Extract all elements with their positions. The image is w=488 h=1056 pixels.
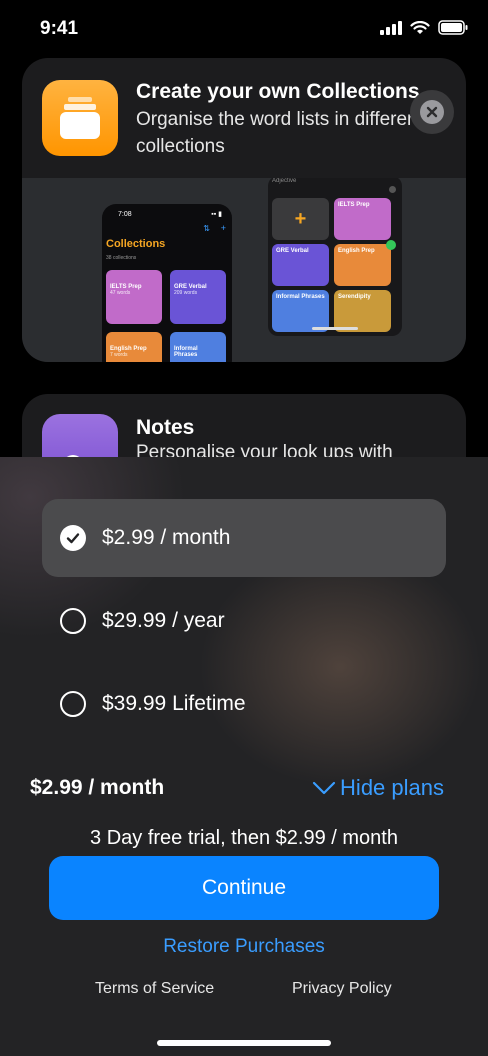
picker-close-icon (389, 186, 396, 193)
radio-unchecked (60, 608, 86, 634)
sort-icon: ⇅ (203, 224, 210, 233)
status-time: 9:41 (40, 18, 79, 39)
phone-screen-subtitle: 38 collections (106, 255, 137, 261)
terms-of-service-link[interactable]: Terms of Service (95, 980, 214, 998)
hide-plans-label: Hide plans (340, 775, 444, 800)
plan-option-yearly[interactable]: $29.99 / year (42, 582, 446, 660)
chevron-down-icon (312, 781, 336, 795)
picker-add-tile: + (272, 198, 329, 240)
plan-option-lifetime[interactable]: $39.99 Lifetime (42, 665, 446, 743)
collections-app-icon (42, 80, 118, 156)
home-indicator (157, 1040, 331, 1046)
restore-purchases-link[interactable]: Restore Purchases (0, 936, 488, 958)
picker-tile: IELTS Prep (334, 198, 391, 240)
selected-plan-price: $2.99 / month (30, 776, 165, 799)
hide-plans-button[interactable]: Hide plans (312, 775, 444, 801)
picker-tile: GRE Verbal (272, 244, 329, 286)
card-title: Notes (136, 416, 195, 439)
card-subtitle: Organise the word lists in different col… (136, 109, 423, 157)
phone-time: 7:08 (118, 211, 132, 218)
close-icon (420, 100, 444, 124)
picker-tile: English Prep (334, 244, 391, 286)
wifi-icon (410, 20, 430, 34)
radio-checked (60, 525, 86, 551)
battery-icon (438, 20, 468, 35)
collections-preview-image: 7:08 ▪▪ ▮ ⇅ + Collections 38 collections… (22, 178, 466, 362)
add-icon: + (220, 223, 226, 233)
privacy-policy-link[interactable]: Privacy Policy (292, 980, 392, 998)
selected-dot-icon (386, 240, 396, 250)
card-title: Create your own Collections (136, 80, 420, 103)
phone-tile: IELTS Prep 47 words (106, 270, 162, 324)
plan-label: $39.99 Lifetime (102, 692, 246, 715)
collections-feature-card: Create your own Collections Organise the… (22, 58, 466, 362)
cellular-signal-icon (380, 20, 402, 35)
phone-tile: Informal Phrases (170, 332, 226, 362)
collection-picker-mockup: Adjective + IELTS Prep GRE Verbal Englis… (268, 178, 402, 336)
phone-status-icons: ▪▪ ▮ (211, 211, 222, 218)
phone-screen-title: Collections (106, 238, 166, 250)
radio-unchecked (60, 691, 86, 717)
trial-text: 3 Day free trial, then $2.99 / month (90, 827, 398, 849)
phone-tile: English Prep 7 words (106, 332, 162, 362)
picker-tile: Serendipity (334, 290, 391, 332)
status-bar: 9:41 (0, 0, 488, 56)
plan-label: $2.99 / month (102, 526, 231, 549)
checkmark-icon (66, 533, 80, 544)
plan-option-monthly[interactable]: $2.99 / month (42, 499, 446, 577)
picker-label: Adjective (272, 178, 297, 184)
continue-button[interactable]: Continue (49, 856, 439, 920)
phone-tile: GRE Verbal 209 words (170, 270, 226, 324)
subscription-sheet: $2.99 / month $29.99 / year $39.99 Lifet… (0, 457, 488, 1056)
phone-mockup: 7:08 ▪▪ ▮ ⇅ + Collections 38 collections… (102, 204, 232, 362)
picker-tile: Informal Phrases (272, 290, 329, 332)
home-indicator-mini (312, 327, 358, 330)
close-button[interactable] (410, 90, 454, 134)
plan-label: $29.99 / year (102, 609, 225, 632)
